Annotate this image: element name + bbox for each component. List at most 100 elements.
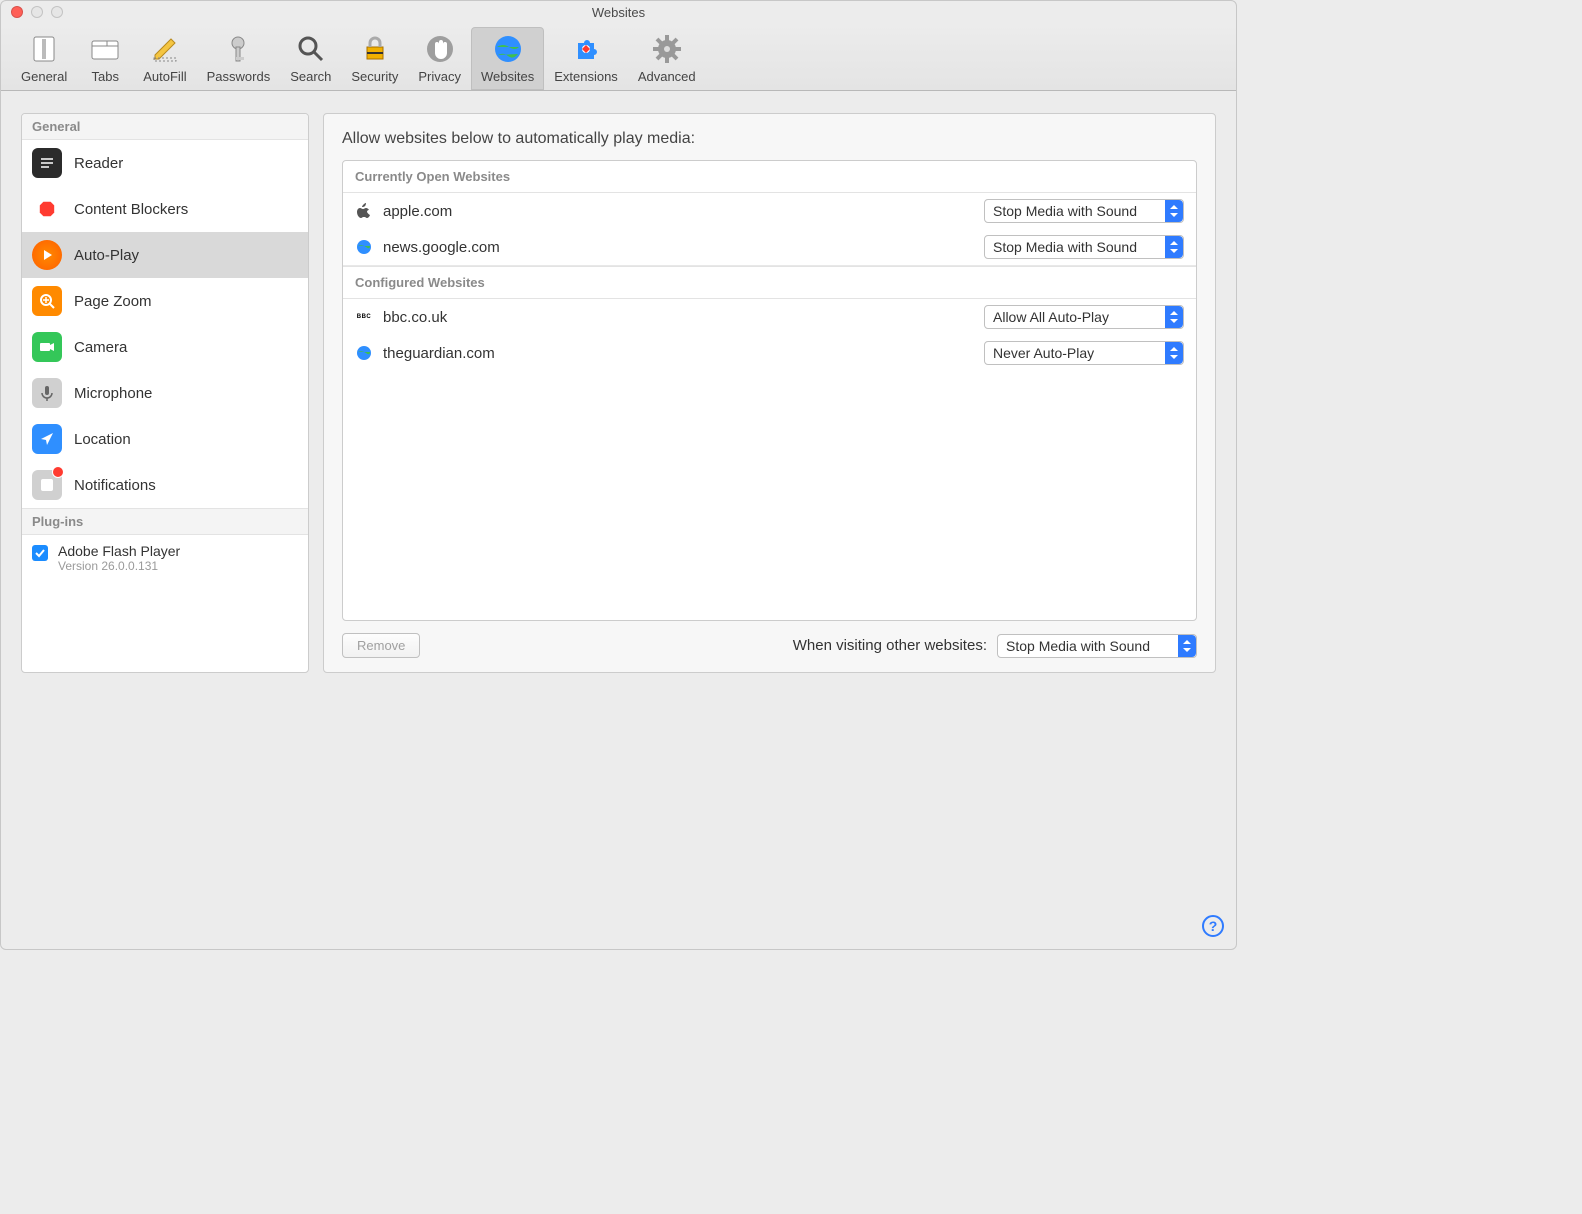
tab-privacy[interactable]: Privacy (408, 27, 471, 90)
sidebar-item-notifications[interactable]: Notifications (22, 462, 308, 508)
tab-passwords[interactable]: Passwords (197, 27, 281, 90)
switch-icon (26, 31, 62, 67)
plugin-row-flash[interactable]: Adobe Flash Player Version 26.0.0.131 (22, 535, 308, 581)
select-value: Stop Media with Sound (993, 203, 1137, 219)
globe-icon (490, 31, 526, 67)
tab-label: General (21, 69, 67, 84)
select-stepper-icon (1165, 306, 1183, 328)
sidebar-item-label: Camera (74, 339, 127, 356)
website-row-news-google[interactable]: news.google.com Stop Media with Sound (343, 229, 1196, 266)
select-value: Allow All Auto-Play (993, 309, 1109, 325)
plugin-info: Adobe Flash Player Version 26.0.0.131 (58, 543, 180, 573)
tab-label: Search (290, 69, 331, 84)
tab-search[interactable]: Search (280, 27, 341, 90)
website-setting-select[interactable]: Allow All Auto-Play (984, 305, 1184, 329)
bbc-favicon: BBC (355, 308, 373, 326)
tab-label: Advanced (638, 69, 696, 84)
website-setting-select[interactable]: Stop Media with Sound (984, 199, 1184, 223)
preferences-window: Websites General Tabs AutoFill Passwords (0, 0, 1237, 950)
help-label: ? (1209, 918, 1218, 934)
lock-icon (357, 31, 393, 67)
button-label: Remove (357, 638, 405, 653)
sidebar-item-label: Reader (74, 155, 123, 172)
select-value: Stop Media with Sound (993, 239, 1137, 255)
select-stepper-icon (1165, 200, 1183, 222)
select-stepper-icon (1165, 342, 1183, 364)
plugin-checkbox[interactable] (32, 545, 48, 561)
window-icon (87, 31, 123, 67)
sidebar-item-location[interactable]: Location (22, 416, 308, 462)
hand-icon (422, 31, 458, 67)
remove-button[interactable]: Remove (342, 633, 420, 658)
main-footer: Remove When visiting other websites: Sto… (342, 633, 1197, 658)
plugin-name: Adobe Flash Player (58, 543, 180, 559)
sidebar-item-page-zoom[interactable]: Page Zoom (22, 278, 308, 324)
content-area: General Reader Content Blockers Auto-Pla… (1, 91, 1236, 693)
website-setting-select[interactable]: Never Auto-Play (984, 341, 1184, 365)
open-websites-header: Currently Open Websites (343, 161, 1196, 193)
globe-favicon (355, 344, 373, 362)
tab-label: Websites (481, 69, 534, 84)
tab-extensions[interactable]: Extensions (544, 27, 628, 90)
titlebar: Websites (1, 1, 1236, 23)
apple-favicon (355, 202, 373, 220)
tab-label: Extensions (554, 69, 618, 84)
pref-toolbar: General Tabs AutoFill Passwords Search (1, 23, 1236, 91)
tab-label: AutoFill (143, 69, 186, 84)
website-domain: theguardian.com (383, 345, 974, 362)
website-domain: news.google.com (383, 239, 974, 256)
tab-label: Security (351, 69, 398, 84)
sidebar-item-reader[interactable]: Reader (22, 140, 308, 186)
reader-icon (32, 148, 62, 178)
plugin-version: Version 26.0.0.131 (58, 559, 180, 573)
website-list: Currently Open Websites apple.com Stop M… (342, 160, 1197, 621)
tab-label: Tabs (92, 69, 119, 84)
play-icon (32, 240, 62, 270)
microphone-icon (32, 378, 62, 408)
select-value: Never Auto-Play (993, 345, 1094, 361)
tab-advanced[interactable]: Advanced (628, 27, 706, 90)
location-icon (32, 424, 62, 454)
website-domain: apple.com (383, 203, 974, 220)
tab-general[interactable]: General (11, 27, 77, 90)
zoom-icon (32, 286, 62, 316)
main-heading: Allow websites below to automatically pl… (342, 130, 1197, 148)
tab-websites[interactable]: Websites (471, 27, 544, 90)
tab-autofill[interactable]: AutoFill (133, 27, 196, 90)
sidebar-item-camera[interactable]: Camera (22, 324, 308, 370)
sidebar-item-auto-play[interactable]: Auto-Play (22, 232, 308, 278)
other-websites-control: When visiting other websites: Stop Media… (793, 634, 1197, 658)
key-icon (220, 31, 256, 67)
sidebar-item-label: Notifications (74, 477, 156, 494)
configured-websites-header: Configured Websites (343, 266, 1196, 299)
magnifier-icon (293, 31, 329, 67)
settings-sidebar: General Reader Content Blockers Auto-Pla… (21, 113, 309, 673)
sidebar-item-content-blockers[interactable]: Content Blockers (22, 186, 308, 232)
other-websites-label: When visiting other websites: (793, 637, 987, 654)
tab-label: Passwords (207, 69, 271, 84)
select-value: Stop Media with Sound (1006, 638, 1150, 654)
select-stepper-icon (1165, 236, 1183, 258)
website-row-bbc[interactable]: BBC bbc.co.uk Allow All Auto-Play (343, 299, 1196, 335)
tab-security[interactable]: Security (341, 27, 408, 90)
puzzle-icon (568, 31, 604, 67)
sidebar-item-label: Page Zoom (74, 293, 152, 310)
website-domain: bbc.co.uk (383, 309, 974, 326)
camera-icon (32, 332, 62, 362)
sidebar-item-label: Microphone (74, 385, 152, 402)
window-title: Websites (1, 5, 1236, 20)
tab-label: Privacy (418, 69, 461, 84)
sidebar-section-general: General (22, 114, 308, 140)
sidebar-item-microphone[interactable]: Microphone (22, 370, 308, 416)
tab-tabs[interactable]: Tabs (77, 27, 133, 90)
sidebar-section-plugins: Plug-ins (22, 508, 308, 535)
gear-icon (649, 31, 685, 67)
sidebar-item-label: Content Blockers (74, 201, 188, 218)
website-setting-select[interactable]: Stop Media with Sound (984, 235, 1184, 259)
sidebar-item-label: Auto-Play (74, 247, 139, 264)
pencil-icon (147, 31, 183, 67)
help-button[interactable]: ? (1202, 915, 1224, 937)
website-row-apple[interactable]: apple.com Stop Media with Sound (343, 193, 1196, 229)
website-row-guardian[interactable]: theguardian.com Never Auto-Play (343, 335, 1196, 371)
other-websites-select[interactable]: Stop Media with Sound (997, 634, 1197, 658)
